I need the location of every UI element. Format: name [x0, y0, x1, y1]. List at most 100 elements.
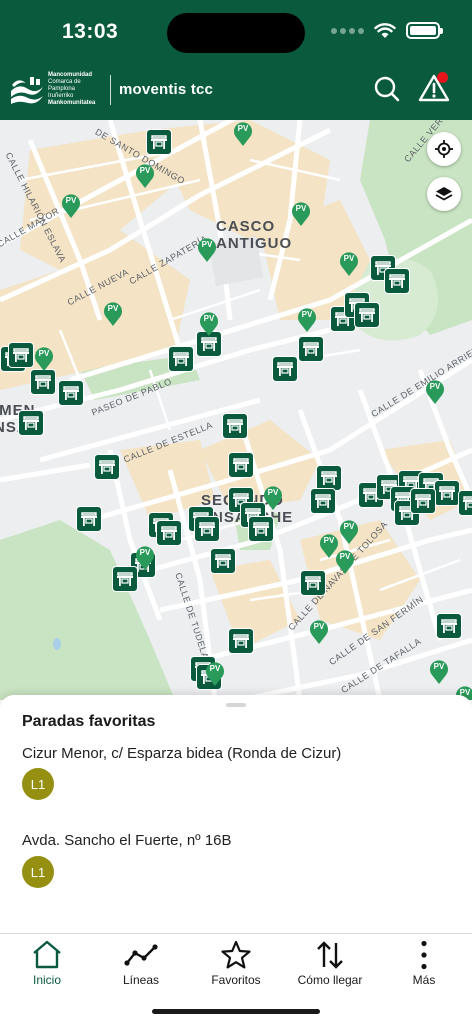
- bus-stop-marker[interactable]: [228, 452, 254, 478]
- bus-stop-icon: [13, 348, 29, 362]
- bus-stop-icon: [63, 386, 79, 400]
- bus-stop-icon: [227, 419, 243, 433]
- map-view[interactable]: CASCO ANTIGUO SEGUNDO ENSANCHE IMEN NSAN…: [0, 120, 472, 700]
- bus-stop-icon: [117, 572, 133, 586]
- status-time: 13:03: [62, 20, 119, 43]
- sales-point-marker[interactable]: PV: [198, 310, 220, 337]
- sales-point-label: PV: [343, 254, 355, 263]
- bus-stop-marker[interactable]: [194, 516, 220, 542]
- line-badge[interactable]: L1: [22, 768, 54, 800]
- bus-stop-marker[interactable]: [18, 410, 44, 436]
- sales-point-label: PV: [295, 204, 307, 213]
- sales-point-marker[interactable]: PV: [290, 200, 312, 227]
- mancomunidad-logo-icon: [11, 76, 43, 104]
- sales-point-marker[interactable]: PV: [196, 236, 218, 263]
- bus-stop-icon: [81, 512, 97, 526]
- sales-point-marker[interactable]: PV: [338, 518, 360, 545]
- bus-stop-marker[interactable]: [94, 454, 120, 480]
- bus-stop-marker[interactable]: [354, 302, 380, 328]
- layers-icon: [435, 187, 453, 201]
- favorite-stop-name[interactable]: Cizur Menor, c/ Esparza bidea (Ronda de …: [22, 745, 341, 762]
- bus-stop-icon: [215, 554, 231, 568]
- bus-stop-marker[interactable]: [222, 413, 248, 439]
- bus-stop-marker[interactable]: [210, 548, 236, 574]
- bus-stop-marker[interactable]: [168, 346, 194, 372]
- bus-stop-marker[interactable]: [434, 480, 460, 506]
- sales-point-marker[interactable]: PV: [60, 192, 82, 219]
- mancomunidad-logo: Mancomunidad Comarca de Pamplona Iruñerr…: [10, 72, 213, 107]
- bus-stop-marker[interactable]: [310, 488, 336, 514]
- bus-stop-marker[interactable]: [8, 342, 34, 368]
- bus-stop-marker[interactable]: [298, 336, 324, 362]
- search-icon: [374, 76, 400, 102]
- search-button[interactable]: [372, 74, 402, 104]
- sales-point-marker[interactable]: PV: [334, 548, 356, 575]
- tab-como-llegar[interactable]: Cómo llegar: [283, 940, 377, 987]
- bus-stop-icon: [277, 362, 293, 376]
- bus-stop-icon: [389, 274, 405, 288]
- bus-stop-marker[interactable]: [248, 516, 274, 542]
- sales-point-marker[interactable]: PV: [428, 658, 450, 685]
- sales-point-label: PV: [429, 382, 441, 391]
- sales-point-label: PV: [203, 314, 215, 323]
- sales-point-marker[interactable]: PV: [232, 120, 254, 147]
- logo-text: Mancomunidad Comarca de Pamplona Iruñerr…: [48, 72, 104, 107]
- tab-label: Inicio: [32, 973, 61, 987]
- sales-point-label: PV: [107, 304, 119, 313]
- bus-stop-marker[interactable]: [58, 380, 84, 406]
- line-badge[interactable]: L1: [22, 856, 54, 888]
- sales-point-marker[interactable]: PV: [134, 162, 156, 189]
- favorites-sheet[interactable]: Paradas favoritas Cizur Menor, c/ Esparz…: [0, 695, 472, 933]
- bus-stop-icon: [463, 496, 472, 510]
- sales-point-marker[interactable]: PV: [296, 306, 318, 333]
- sales-point-marker[interactable]: PV: [338, 250, 360, 277]
- sales-point-label: PV: [38, 349, 50, 358]
- sheet-drag-handle[interactable]: [226, 703, 246, 707]
- bus-stop-marker[interactable]: [76, 506, 102, 532]
- tab-label: Cómo llegar: [297, 973, 363, 987]
- sales-point-marker[interactable]: PV: [262, 484, 284, 511]
- tab-favoritos[interactable]: Favoritos: [189, 940, 283, 987]
- bus-stop-marker[interactable]: [228, 628, 254, 654]
- bus-stop-marker[interactable]: [146, 129, 172, 155]
- locate-me-button[interactable]: [427, 132, 461, 166]
- logo-line-1: Mancomunidad: [48, 72, 93, 78]
- bus-stop-marker[interactable]: [458, 490, 472, 516]
- bus-stop-marker[interactable]: [410, 488, 436, 514]
- sales-point-label: PV: [65, 196, 77, 205]
- tab-inicio[interactable]: Inicio: [0, 940, 94, 987]
- bus-stop-marker[interactable]: [272, 356, 298, 382]
- sales-point-marker[interactable]: PV: [308, 618, 330, 645]
- bus-stop-icon: [161, 526, 177, 540]
- sales-point-marker[interactable]: PV: [33, 345, 55, 372]
- sales-point-label: PV: [343, 522, 355, 531]
- map-layers-button[interactable]: [427, 177, 461, 211]
- sales-point-marker[interactable]: PV: [204, 660, 226, 687]
- app-bar: Mancomunidad Comarca de Pamplona Iruñerr…: [0, 62, 472, 120]
- bus-stop-icon: [99, 460, 115, 474]
- bus-stop-marker[interactable]: [300, 570, 326, 596]
- logo-divider: [110, 74, 111, 105]
- moventis-brand: moventis tcc: [119, 81, 214, 98]
- bus-stop-icon: [253, 522, 269, 536]
- bus-stop-icon: [359, 308, 375, 322]
- tab-mas[interactable]: Más: [377, 940, 471, 987]
- app-header: 13:03 Mancomunidad Comarca de Pamplona I…: [0, 0, 472, 120]
- sales-point-marker[interactable]: PV: [134, 544, 156, 571]
- sales-point-marker[interactable]: PV: [102, 300, 124, 327]
- bus-stop-marker[interactable]: [156, 520, 182, 546]
- tab-lineas[interactable]: Líneas: [94, 940, 188, 987]
- sales-point-marker[interactable]: PV: [424, 378, 446, 405]
- bus-stop-marker[interactable]: [436, 613, 462, 639]
- alerts-button[interactable]: [418, 72, 450, 104]
- favorite-stop-name[interactable]: Avda. Sancho el Fuerte, nº 16B: [22, 832, 232, 849]
- wifi-icon: [374, 22, 396, 38]
- bus-stop-icon: [303, 342, 319, 356]
- bus-stop-marker[interactable]: [30, 369, 56, 395]
- arrows-updown-icon: [317, 941, 343, 969]
- sales-point-label: PV: [323, 536, 335, 545]
- bus-stop-marker[interactable]: [384, 268, 410, 294]
- dynamic-island: [167, 13, 305, 53]
- bus-stop-icon: [415, 494, 431, 508]
- tab-label: Favoritos: [211, 973, 261, 987]
